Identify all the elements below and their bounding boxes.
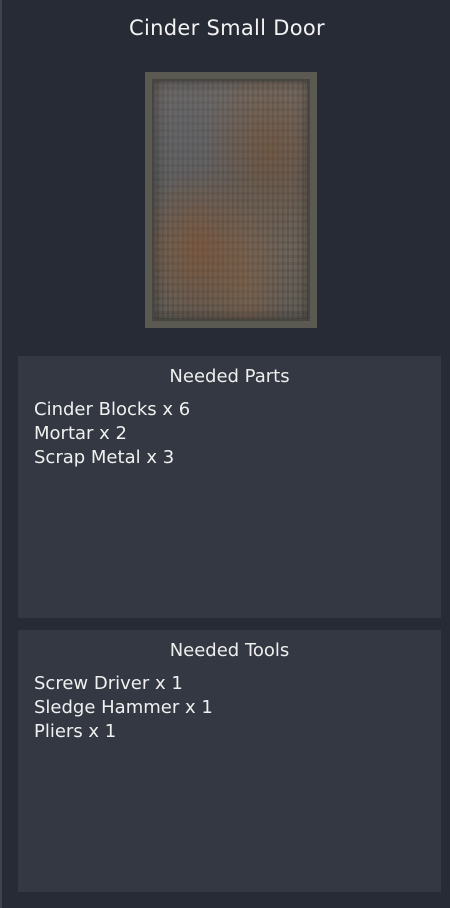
needed-tools-panel: Needed Tools Screw Driver x 1 Sledge Ham… — [18, 630, 441, 892]
list-item: Scrap Metal x 3 — [34, 447, 175, 468]
needed-parts-list: Cinder Blocks x 6 Mortar x 2 Scrap Metal… — [34, 398, 190, 470]
list-item: Mortar x 2 — [34, 423, 127, 444]
needed-tools-list: Screw Driver x 1 Sledge Hammer x 1 Plier… — [34, 672, 213, 744]
item-title: Cinder Small Door — [129, 16, 325, 40]
needed-parts-heading: Needed Parts — [169, 366, 290, 387]
list-item: Pliers x 1 — [34, 721, 117, 742]
list-item: Cinder Blocks x 6 — [34, 399, 191, 420]
door-image — [145, 72, 317, 328]
crafting-window: Cinder Small Door Needed Parts Cinder Bl… — [0, 0, 450, 908]
list-item: Sledge Hammer x 1 — [34, 697, 213, 718]
needed-parts-panel: Needed Parts Cinder Blocks x 6 Mortar x … — [18, 356, 441, 618]
list-item: Screw Driver x 1 — [34, 673, 183, 694]
needed-tools-heading: Needed Tools — [169, 640, 290, 661]
